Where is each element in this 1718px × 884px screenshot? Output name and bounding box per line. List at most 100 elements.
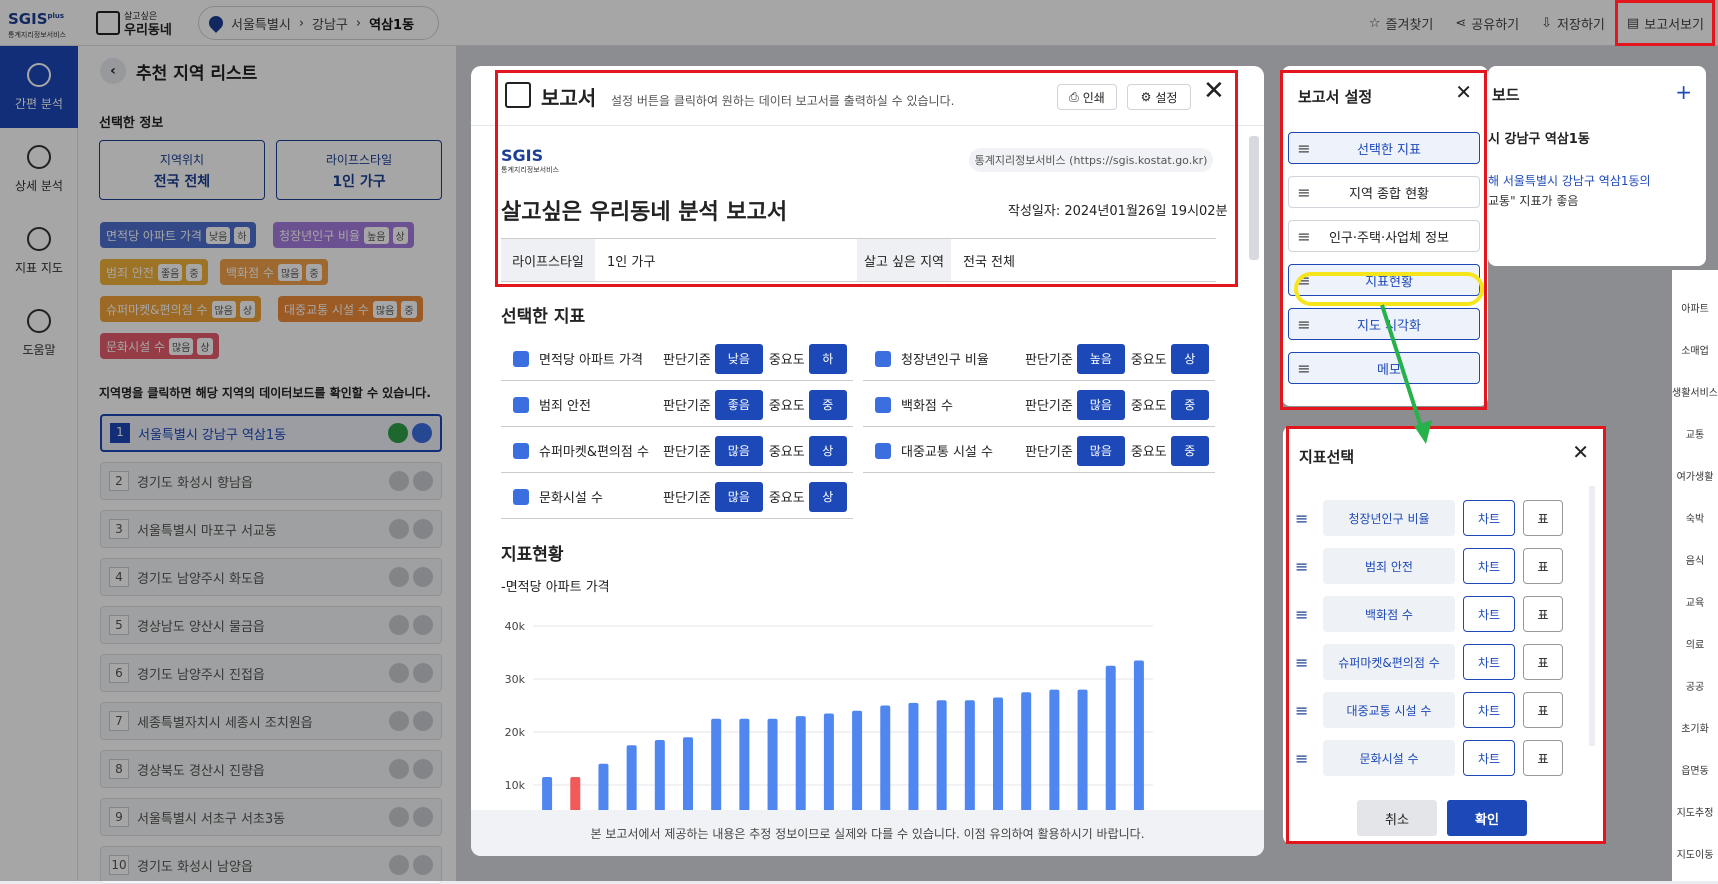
criteria-value: 좋음 (714, 389, 763, 420)
close-icon[interactable]: ✕ (1203, 76, 1225, 106)
cancel-button[interactable]: 취소 (1357, 800, 1437, 836)
region-value: 전국 전체 (963, 254, 1015, 270)
right-toolbar-item[interactable]: 의료 (1672, 636, 1718, 651)
indicator-icon (875, 396, 891, 413)
settings-item-label: 지역 종합 현황 (1348, 186, 1430, 202)
indicator-select-title: 지표선택 (1299, 448, 1355, 466)
drag-handle-icon[interactable]: ≡ (1295, 557, 1315, 576)
apartment-price-chart: 40k 30k 20k 10k (505, 620, 1153, 810)
drag-handle-icon[interactable]: ≡ (1289, 359, 1319, 378)
table-toggle-button[interactable]: 표 (1523, 596, 1563, 632)
chart-bar (683, 737, 693, 810)
chart-bar (908, 702, 919, 810)
drag-handle-icon[interactable]: ≡ (1295, 749, 1315, 768)
report-main-title: 살고싶은 우리동네 분석 보고서 (501, 200, 788, 225)
table-toggle-button[interactable]: 표 (1523, 500, 1563, 536)
chart-bar (1077, 689, 1088, 810)
right-toolbar-item[interactable]: 소매업 (1672, 342, 1718, 357)
report-logo-text: SGIS (501, 146, 544, 165)
scrollbar[interactable] (1249, 136, 1259, 260)
drag-handle-icon[interactable]: ≡ (1295, 509, 1315, 528)
right-toolbar-item[interactable]: 지도추정 (1672, 804, 1718, 819)
drag-handle-icon[interactable]: ≡ (1295, 653, 1315, 672)
chart-toggle-button[interactable]: 차트 (1463, 500, 1515, 536)
settings-item-label: 인구·주택·사업체 정보 (1328, 230, 1450, 246)
print-button[interactable]: ⎙ 인쇄 (1057, 84, 1117, 110)
chart-toggle-button[interactable]: 차트 (1463, 644, 1515, 680)
dashboard-text2: 교통" 지표가 좋음 (1488, 194, 1579, 208)
scrollbar[interactable] (1589, 486, 1595, 746)
indicator-icon (875, 350, 891, 367)
indicator-name: 대중교통 시설 수 (901, 445, 993, 460)
settings-item[interactable]: ≡ 지역 종합 현황 (1288, 176, 1480, 208)
criteria-value: 많음 (1076, 389, 1125, 420)
drag-handle-icon[interactable]: ≡ (1295, 605, 1315, 624)
dashboard-title: 보드 (1492, 86, 1520, 104)
add-icon[interactable]: + (1675, 80, 1692, 104)
drag-handle-icon[interactable]: ≡ (1289, 227, 1319, 246)
right-toolbar-item[interactable]: 여가생활 (1672, 468, 1718, 483)
chart-toggle-button[interactable]: 차트 (1463, 548, 1515, 584)
right-toolbar-item[interactable]: 공공 (1672, 678, 1718, 693)
importance-label: 중요도 (768, 399, 805, 414)
importance-value: 중 (1170, 389, 1209, 420)
settings-button[interactable]: ⚙ 설정 (1127, 84, 1191, 110)
chart-toggle-button[interactable]: 차트 (1463, 692, 1515, 728)
chart-bar (542, 777, 553, 810)
criteria-value: 낮음 (714, 343, 763, 374)
indicator-select-row: ≡ 슈퍼마켓&편의점 수 차트 표 (1295, 642, 1585, 682)
drag-handle-icon[interactable]: ≡ (1289, 183, 1319, 202)
right-toolbar-item[interactable]: 초기화 (1672, 720, 1718, 735)
chart-subtitle: -면적당 아파트 가격 (501, 580, 610, 595)
right-toolbar-item[interactable]: 생활서비스 (1672, 384, 1718, 399)
close-icon[interactable]: ✕ (1455, 80, 1472, 104)
importance-label: 중요도 (1130, 445, 1167, 460)
table-toggle-button[interactable]: 표 (1523, 644, 1563, 680)
indicator-row: 면적당 아파트 가격 판단기준 낮음 중요도 하 (501, 337, 853, 381)
lifestyle-header: 라이프스타일 (501, 239, 595, 281)
dashboard-text1: 해 서울특별시 강남구 역삼1동의 (1488, 174, 1651, 188)
dashboard-region: 시 강남구 역삼1동 (1488, 132, 1590, 147)
chart-bar (1049, 689, 1060, 810)
report-date: 작성일자: 2024년01월26일 19시02분 (1008, 204, 1228, 219)
right-toolbar-item[interactable]: 교통 (1672, 426, 1718, 441)
drag-handle-icon[interactable]: ≡ (1289, 139, 1319, 158)
settings-item[interactable]: ≡ 선택한 지표 (1288, 132, 1480, 164)
right-toolbar-item[interactable]: 숙박 (1672, 510, 1718, 525)
ok-button[interactable]: 확인 (1447, 800, 1527, 836)
chart-toggle-button[interactable]: 차트 (1463, 740, 1515, 776)
chart-toggle-button[interactable]: 차트 (1463, 596, 1515, 632)
indicator-row: 슈퍼마켓&편의점 수 판단기준 많음 중요도 상 (501, 429, 853, 473)
indicator-select-name: 범죄 안전 (1323, 548, 1455, 584)
drag-handle-icon[interactable]: ≡ (1295, 701, 1315, 720)
criteria-value: 많음 (714, 481, 763, 512)
drag-handle-icon[interactable]: ≡ (1289, 315, 1319, 334)
right-toolbar-item[interactable]: 아파트 (1672, 300, 1718, 315)
indicator-status-title: 지표현황 (501, 545, 564, 565)
indicator-name: 범죄 안전 (539, 399, 591, 414)
right-toolbar: 아파트소매업생활서비스교통여가생활숙박음식교육의료공공초기화읍면동지도추정지도이… (1672, 270, 1718, 881)
table-toggle-button[interactable]: 표 (1523, 740, 1563, 776)
chart-bar (795, 716, 806, 810)
settings-item[interactable]: ≡ 인구·주택·사업체 정보 (1288, 220, 1480, 252)
indicator-name: 슈퍼마켓&편의점 수 (539, 445, 649, 460)
criteria-label: 판단기준 (1025, 399, 1073, 414)
close-icon[interactable]: ✕ (1572, 440, 1589, 464)
report-desc: 설정 버튼을 클릭하여 원하는 데이터 보고서를 출력하실 수 있습니다. (611, 94, 955, 108)
right-toolbar-item[interactable]: 교육 (1672, 594, 1718, 609)
criteria-label: 판단기준 (1025, 353, 1073, 368)
right-toolbar-item[interactable]: 읍면동 (1672, 762, 1718, 777)
indicator-select-name: 문화시설 수 (1323, 740, 1455, 776)
chart-bar (654, 739, 665, 810)
dashboard-panel: 보드 + 시 강남구 역삼1동 해 서울특별시 강남구 역삼1동의 교통" 지표… (1488, 66, 1706, 266)
right-toolbar-item[interactable]: 지도이동 (1672, 846, 1718, 861)
importance-value: 상 (808, 481, 847, 512)
criteria-label: 판단기준 (663, 353, 711, 368)
criteria-value: 많음 (1076, 435, 1125, 466)
table-toggle-button[interactable]: 표 (1523, 692, 1563, 728)
report-title: 보고서 (541, 86, 597, 110)
chart-bar (711, 718, 722, 810)
right-toolbar-item[interactable]: 음식 (1672, 552, 1718, 567)
table-toggle-button[interactable]: 표 (1523, 548, 1563, 584)
indicator-row: 청장년인구 비율 판단기준 높음 중요도 상 (863, 337, 1215, 381)
